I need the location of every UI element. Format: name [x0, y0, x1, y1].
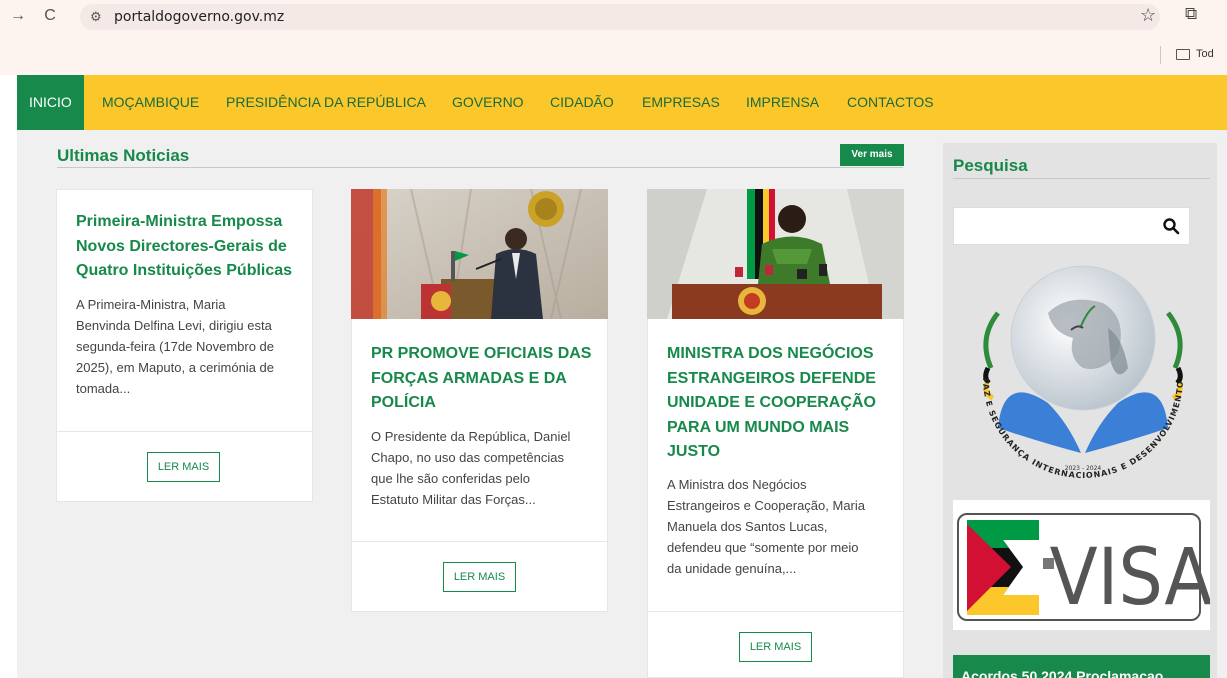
e-visa-logo-icon: VISA [957, 513, 1212, 623]
news-card-1-excerpt: A Primeira-Ministra, Maria Benvinda Delf… [76, 294, 274, 399]
title-line[interactable]: MINISTRA DOS NEGÓCIOS [667, 342, 876, 367]
card-divider [352, 541, 607, 542]
news-card-2-excerpt: O Presidente da República, Daniel Chapo,… [371, 426, 570, 510]
title-line[interactable]: JUSTO [667, 440, 876, 465]
excerpt-line: Chapo, no uso das competências [371, 450, 564, 465]
excerpt-line: O Presidente da República, Daniel [371, 429, 571, 444]
card-divider [648, 611, 903, 612]
e-visa-banner[interactable]: VISA [953, 500, 1212, 630]
title-line[interactable]: Quatro Instituições Públicas [76, 259, 292, 284]
excerpt-line: Manuela dos Santos Lucas, [667, 519, 828, 534]
nav-item-cidadao[interactable]: CIDADÃO [550, 75, 614, 130]
browser-toolbar: → C ⚙ portaldogoverno.gov.mz ☆ ⧉ Tod [0, 0, 1227, 75]
folder-icon[interactable] [1176, 49, 1190, 60]
excerpt-line: 2025), em Maputo, a cerimónia de [76, 360, 274, 375]
title-line[interactable]: ESTRANGEIROS DEFENDE [667, 367, 876, 392]
bookmark-folder-label[interactable]: Tod [1196, 48, 1214, 60]
search-section-title: Pesquisa [953, 156, 1028, 175]
excerpt-line: Benvinda Delfina Levi, dirigiu esta [76, 318, 272, 333]
news-card-2-ler-mais-button[interactable]: LER MAIS [443, 562, 516, 592]
section-divider [57, 167, 903, 168]
nav-item-inicio[interactable]: INICIO [17, 75, 84, 130]
excerpt-line: segunda-feira (17de Novembro de [76, 339, 275, 354]
e-visa-text: VISA [1050, 533, 1210, 623]
address-bar[interactable]: ⚙ portaldogoverno.gov.mz [80, 4, 1160, 30]
search-icon[interactable] [1162, 217, 1180, 235]
excerpt-line: Estrangeiros e Cooperação, Maria [667, 498, 865, 513]
nav-item-presidencia[interactable]: PRESIDÊNCIA DA REPÚBLICA [226, 75, 426, 130]
main-navigation: INICIO MOÇAMBIQUE PRESIDÊNCIA DA REPÚBLI… [17, 75, 1227, 130]
excerpt-line: defendeu que “somente por meio [667, 540, 859, 555]
news-card-2-title[interactable]: PR PROMOVE OFICIAIS DAS FORÇAS ARMADAS E… [371, 342, 591, 416]
ver-mais-button[interactable]: Ver mais [840, 144, 904, 166]
excerpt-line: tomada... [76, 381, 131, 396]
news-card-3-excerpt: A Ministra dos Negócios Estrangeiros e C… [667, 474, 865, 579]
title-line[interactable]: Novos Directores-Gerais de [76, 235, 292, 260]
forward-arrow-icon[interactable]: → [8, 6, 28, 26]
search-input[interactable] [953, 207, 1190, 245]
search-section-divider [953, 178, 1210, 179]
title-line[interactable]: PR PROMOVE OFICIAIS DAS [371, 342, 591, 367]
nav-item-imprensa[interactable]: IMPRENSA [746, 75, 819, 130]
title-line[interactable]: POLÍCIA [371, 391, 591, 416]
url-text[interactable]: portaldogoverno.gov.mz [114, 9, 284, 25]
title-line[interactable]: FORÇAS ARMADAS E DA [371, 367, 591, 392]
excerpt-line: A Ministra dos Negócios [667, 477, 807, 492]
bookmark-star-icon[interactable]: ☆ [1140, 5, 1156, 26]
excerpt-line: Estatuto Militar das Forças... [371, 492, 536, 507]
news-card-3-ler-mais-button[interactable]: LER MAIS [739, 632, 812, 662]
news-card-1-title[interactable]: Primeira-Ministra Empossa Novos Director… [76, 210, 292, 284]
nav-item-governo[interactable]: GOVERNO [452, 75, 524, 130]
card-divider [57, 431, 312, 432]
security-council-logo[interactable]: PAZ E SEGURANÇA INTERNACIONAIS E DESENVO… [949, 249, 1210, 488]
logo-years-text: 2023 - 2024 [1065, 465, 1102, 472]
title-line[interactable]: Primeira-Ministra Empossa [76, 210, 292, 235]
excerpt-line: que lhe são conferidas pelo [371, 471, 531, 486]
reload-icon[interactable]: C [40, 6, 60, 26]
news-card-2-photo[interactable] [351, 189, 608, 319]
news-card-1-ler-mais-button[interactable]: LER MAIS [147, 452, 220, 482]
news-card-3-photo[interactable] [647, 189, 904, 319]
president-speaking-photo [351, 189, 608, 319]
section-title-ultimas-noticias: Ultimas Noticias [57, 146, 190, 165]
title-line[interactable]: PARA UM MUNDO MAIS [667, 416, 876, 441]
nav-item-contactos[interactable]: CONTACTOS [847, 75, 934, 130]
nav-item-empresas[interactable]: EMPRESAS [642, 75, 720, 130]
news-card-3-title[interactable]: MINISTRA DOS NEGÓCIOS ESTRANGEIROS DEFEN… [667, 342, 876, 465]
site-settings-icon[interactable]: ⚙ [90, 9, 102, 25]
minister-speaking-photo [647, 189, 904, 319]
nav-item-mocambique[interactable]: MOÇAMBIQUE [102, 75, 199, 130]
title-line[interactable]: UNIDADE E COOPERAÇÃO [667, 391, 876, 416]
extensions-icon[interactable]: ⧉ [1185, 4, 1197, 24]
excerpt-line: da unidade genuína,... [667, 561, 797, 576]
acordos-widget-header[interactable]: Acordos 50 2024 Proclamaçao [953, 655, 1210, 678]
bookmarks-divider [1160, 46, 1161, 64]
excerpt-line: A Primeira-Ministra, Maria [76, 297, 226, 312]
globe-hands-logo-icon: PAZ E SEGURANÇA INTERNACIONAIS E DESENVO… [949, 249, 1184, 480]
